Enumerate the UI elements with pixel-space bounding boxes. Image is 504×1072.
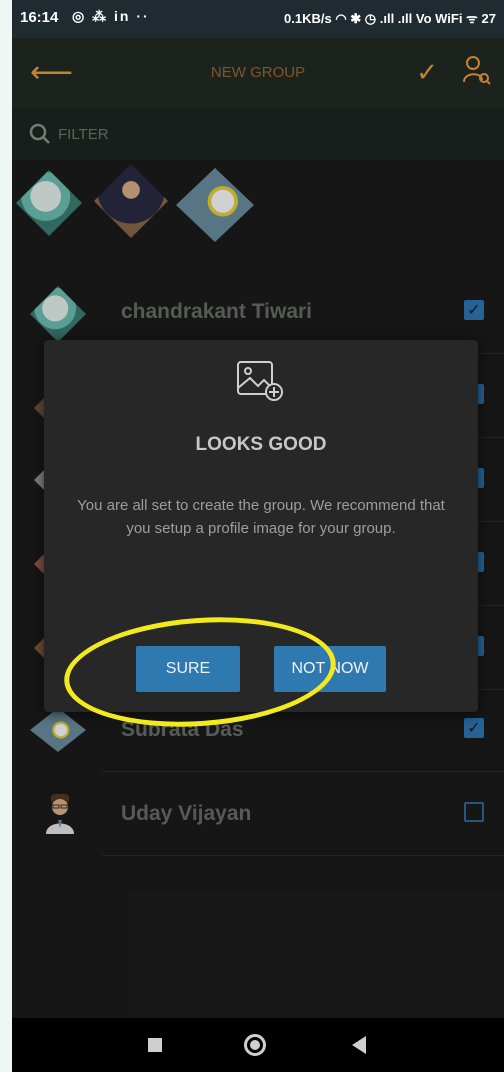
back-triangle-icon[interactable]: [352, 1036, 366, 1054]
dialog-title: LOOKS GOOD: [195, 434, 327, 455]
home-icon[interactable]: [244, 1034, 266, 1056]
dialog-message: You are all set to create the group. We …: [77, 497, 445, 537]
status-time: 16:14: [20, 9, 59, 26]
add-image-icon: [234, 358, 286, 402]
system-nav-bar: [12, 1018, 504, 1072]
notification-icons: ◎ ⁂ in ··: [72, 8, 150, 24]
recents-icon[interactable]: [148, 1038, 162, 1052]
phone-screen: 16:14 ◎ ⁂ in ·· 0.1KB/s ◠ ✱ ◷ .ıll .ıll …: [12, 0, 504, 1072]
status-indicators: 0.1KB/s ◠ ✱ ◷ .ıll .ıll Vo WiFi ᯤ 27: [284, 11, 496, 26]
status-bar: 16:14 ◎ ⁂ in ·· 0.1KB/s ◠ ✱ ◷ .ıll .ıll …: [12, 0, 504, 38]
